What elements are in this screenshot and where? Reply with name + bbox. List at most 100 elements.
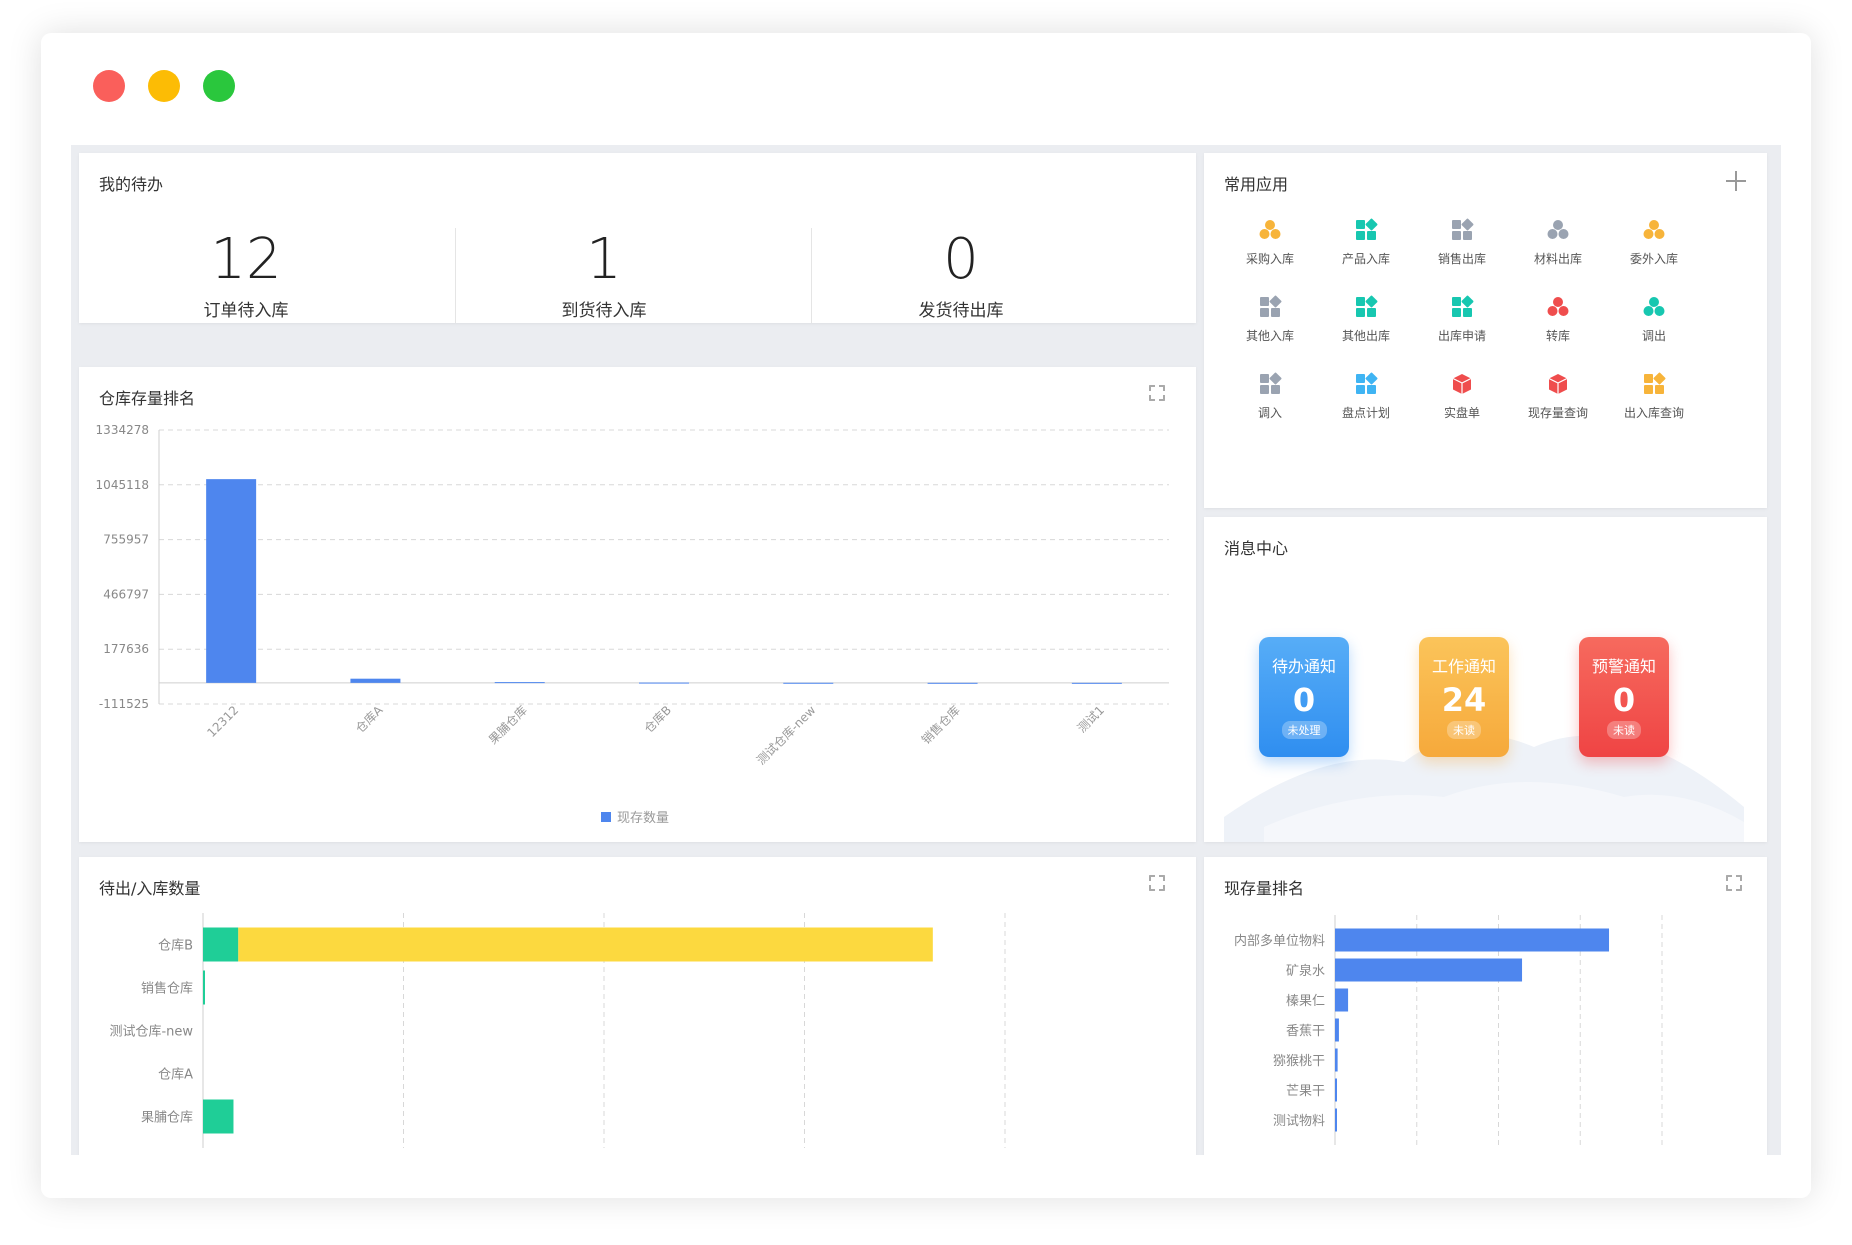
warehouse-rank-card: 仓库存量排名 1334278 1045118 755957 466797 177636-… [79, 367, 1196, 842]
kpi-value: 12 [210, 227, 282, 292]
y-tick-label: 榛果仁 [1286, 994, 1325, 1009]
app-label: 采购入库 [1245, 252, 1294, 266]
app-shortcut[interactable]: 实盘单 [1414, 372, 1510, 421]
grid-icon [1258, 295, 1282, 319]
kpi-orders-pending-inbound[interactable]: 12 订单待入库 [96, 227, 396, 322]
y-tick-label: 内部多单位物料 [1234, 933, 1325, 949]
bar [350, 678, 401, 683]
bar [206, 479, 257, 683]
kpi-arrivals-pending-inbound[interactable]: 1 到货待入库 [454, 227, 754, 322]
notification-badge: 未处理 [1281, 721, 1327, 739]
app-shortcut[interactable]: 出库申请 [1414, 295, 1510, 344]
app-shortcut[interactable]: 委外入库 [1606, 218, 1702, 267]
notification-count: 0 [1612, 681, 1636, 719]
app-window: 我的待办 12 订单待入库 1 到货待入库 0 发货待出库 常用应用 采购入库 … [41, 33, 1811, 1198]
box-icon [1546, 372, 1570, 396]
notification-badge: 未读 [1607, 721, 1641, 739]
bar [1071, 682, 1122, 684]
cluster-icon [1642, 218, 1666, 242]
app-label: 材料出库 [1533, 252, 1582, 266]
bar [494, 682, 545, 684]
y-tick-label: 香蕉干 [1286, 1024, 1325, 1039]
app-label: 转库 [1545, 329, 1570, 343]
y-tick-label: 测试仓库-new [109, 1024, 193, 1040]
x-tick-label: 果脯仓库 [485, 702, 530, 747]
app-label: 销售出库 [1437, 252, 1486, 266]
maximize-window-button[interactable] [203, 70, 235, 102]
y-tick-label: 测试物料 [1273, 1114, 1325, 1129]
x-tick-label: 测试仓库-new [753, 702, 818, 767]
app-label: 产品入库 [1341, 252, 1390, 266]
minimize-window-button[interactable] [148, 70, 180, 102]
kpi-value: 1 [586, 227, 622, 292]
bar [1335, 988, 1349, 1012]
app-shortcut[interactable]: 盘点计划 [1318, 372, 1414, 421]
kpi-label: 发货待出库 [918, 301, 1004, 321]
apps-title: 常用应用 [1224, 175, 1289, 194]
stock-rank-card: 现存量排名 内部多单位物料 矿泉水 榛果仁 香蕉干 猕猴桃干 芒果干 测试物料 [1204, 857, 1767, 1155]
notification-title: 待办通知 [1271, 657, 1336, 676]
app-label: 现存量查询 [1527, 406, 1588, 420]
grid-icon [1258, 372, 1282, 396]
app-shortcut[interactable]: 采购入库 [1222, 218, 1318, 267]
apps-card: 常用应用 采购入库 产品入库 销售出库 材料出库 委外入库 其他入库 其他出库 出库申请 转库调… [1204, 153, 1767, 508]
app-label: 盘点计划 [1341, 406, 1390, 420]
close-window-button[interactable] [93, 70, 125, 102]
cluster-icon [1546, 218, 1570, 242]
app-shortcut[interactable]: 材料出库 [1510, 218, 1606, 267]
kpi-label: 订单待入库 [203, 301, 289, 321]
inout-qty-chart: 仓库B 销售仓库测试仓库-new 仓库A 果脯仓库 [109, 913, 1006, 1148]
app-label: 其他出库 [1341, 329, 1390, 343]
app-shortcut[interactable]: 其他入库 [1222, 295, 1318, 344]
grid-icon [1642, 372, 1666, 396]
cluster-icon [1258, 218, 1282, 242]
app-label: 调出 [1641, 329, 1666, 343]
cluster-icon [1546, 295, 1570, 319]
kpi-shipments-pending-outbound[interactable]: 0 发货待出库 [811, 227, 1111, 322]
notification-count: 0 [1292, 681, 1316, 719]
kpi-value: 0 [943, 227, 979, 292]
y-tick-label: 果脯仓库 [141, 1110, 193, 1126]
app-shortcut[interactable]: 其他出库 [1318, 295, 1414, 344]
notification-title: 预警通知 [1591, 657, 1656, 676]
bar [639, 682, 689, 684]
message-center-card: 消息中心 待办通知 0 未处理 工作通知 24 未读 预警通知 0 未读 [1204, 517, 1767, 842]
grid-icon [1450, 218, 1474, 242]
bar [1335, 1048, 1338, 1072]
warehouse-rank-chart: 1334278 1045118 755957 466797 177636 -111525 1… [96, 423, 1169, 826]
notification-count: 24 [1441, 681, 1487, 719]
box-icon [1450, 372, 1474, 396]
app-label: 调入 [1257, 406, 1282, 420]
y-tick-label: 销售仓库 [141, 981, 193, 997]
todo-title: 我的待办 [99, 175, 164, 194]
cluster-icon [1642, 295, 1666, 319]
x-tick-label: 销售仓库 [918, 702, 963, 747]
todo-notification-card[interactable]: 待办通知 0 未处理 [1259, 637, 1349, 757]
warning-notification-card[interactable]: 预警通知 0 未读 [1579, 637, 1669, 757]
app-shortcut[interactable]: 调出 [1606, 295, 1702, 344]
app-shortcut[interactable]: 销售出库 [1414, 218, 1510, 267]
grid-icon [1354, 295, 1378, 319]
notification-badge: 未读 [1447, 721, 1481, 739]
bar [1335, 1108, 1337, 1132]
app-shortcut[interactable]: 现存量查询 [1510, 372, 1606, 421]
app-label: 出库申请 [1437, 329, 1486, 343]
work-notification-card[interactable]: 工作通知 24 未读 [1419, 637, 1509, 757]
app-label: 委外入库 [1629, 252, 1678, 266]
x-tick-label: 仓库B [641, 702, 674, 735]
app-shortcut[interactable]: 产品入库 [1318, 218, 1414, 267]
app-shortcut[interactable]: 转库 [1510, 295, 1606, 344]
bar [1335, 1078, 1337, 1102]
y-tick-label: 1045118 [96, 478, 149, 492]
app-shortcut[interactable]: 调入 [1222, 372, 1318, 421]
y-tick-label: -111525 [99, 697, 149, 711]
bar [1335, 958, 1523, 982]
bar [1335, 1018, 1339, 1042]
notification-title: 工作通知 [1431, 657, 1496, 676]
x-tick-label: 12312 [204, 703, 241, 740]
bar [203, 970, 205, 1005]
bar [783, 682, 834, 684]
kpi-label: 到货待入库 [561, 301, 647, 321]
app-shortcut[interactable]: 出入库查询 [1606, 372, 1702, 421]
plus-icon[interactable] [1726, 171, 1746, 191]
